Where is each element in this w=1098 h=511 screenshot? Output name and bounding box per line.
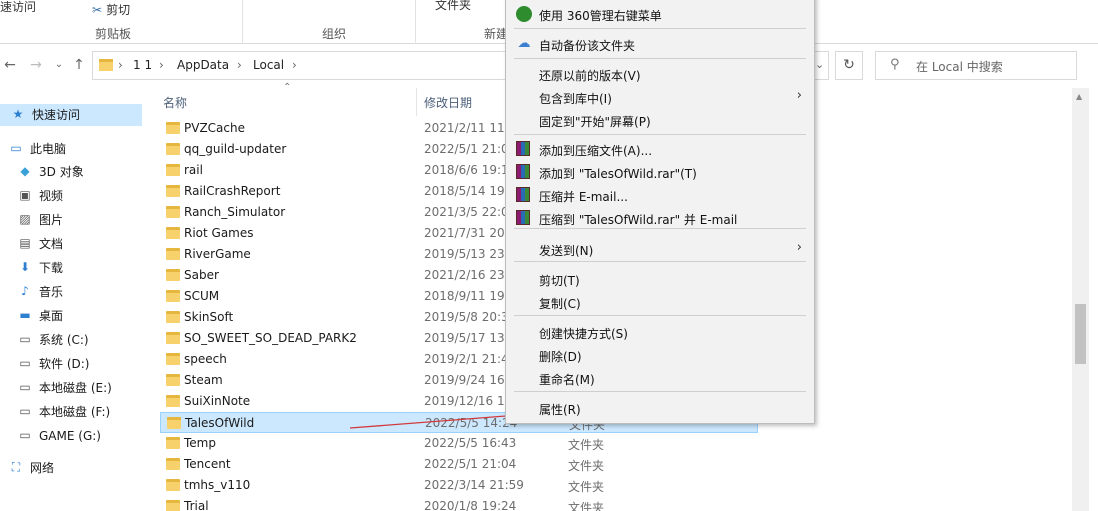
winrar-icon (516, 210, 530, 225)
context-menu-item-label: 属性(R) (539, 403, 581, 417)
context-menu-item[interactable]: 剪切(T) (514, 268, 806, 290)
winrar-icon (516, 141, 530, 156)
context-menu-item[interactable]: 使用 360管理右键菜单 (514, 3, 806, 25)
winrar-icon (516, 164, 530, 179)
context-menu-item[interactable]: 压缩并 E-mail... (514, 184, 806, 206)
context-menu-item-label: 包含到库中(I) (539, 92, 612, 106)
context-menu-item-label: 固定到"开始"屏幕(P) (539, 115, 651, 129)
winrar-icon (516, 187, 530, 202)
context-menu-item-label: 剪切(T) (539, 274, 580, 288)
menu-separator (514, 58, 806, 59)
context-menu-item[interactable]: 固定到"开始"屏幕(P) (514, 109, 806, 131)
context-menu-item-label: 复制(C) (539, 297, 581, 311)
menu-separator (514, 391, 806, 392)
context-menu-item[interactable]: 创建快捷方式(S) (514, 321, 806, 343)
context-menu-item-label: 添加到 "TalesOfWild.rar"(T) (539, 167, 697, 181)
context-menu-item[interactable]: 添加到压缩文件(A)... (514, 138, 806, 160)
context-menu-item-label: 使用 360管理右键菜单 (539, 9, 662, 23)
context-menu: 使用 360管理右键菜单 ☁ 自动备份该文件夹 还原以前的版本(V) 包含到库中(I) ›… (505, 0, 815, 424)
context-menu-item-label: 创建快捷方式(S) (539, 327, 628, 341)
context-menu-item-label: 自动备份该文件夹 (539, 39, 636, 53)
menu-separator (514, 28, 806, 29)
context-menu-item-label: 压缩并 E-mail... (539, 190, 628, 204)
menu-separator (514, 228, 806, 229)
context-menu-item-label: 还原以前的版本(V) (539, 69, 641, 83)
context-menu-item-label: 重命名(M) (539, 373, 595, 387)
cloud-backup-icon: ☁ (517, 36, 531, 51)
context-menu-item-label: 添加到压缩文件(A)... (539, 144, 653, 158)
submenu-chevron-icon: › (796, 240, 802, 255)
context-menu-item[interactable]: 属性(R) (514, 397, 806, 419)
context-menu-item-label: 压缩到 "TalesOfWild.rar" 并 E-mail (539, 213, 738, 227)
context-menu-item[interactable]: 还原以前的版本(V) (514, 63, 806, 85)
context-menu-item[interactable]: ☁ 自动备份该文件夹 (514, 33, 806, 55)
submenu-chevron-icon: › (796, 88, 802, 103)
context-menu-item[interactable]: 添加到 "TalesOfWild.rar"(T) (514, 161, 806, 183)
context-menu-item[interactable]: 发送到(N) › (514, 238, 806, 260)
context-menu-item[interactable]: 复制(C) (514, 291, 806, 313)
context-menu-item[interactable]: 压缩到 "TalesOfWild.rar" 并 E-mail (514, 207, 806, 229)
menu-separator (514, 134, 806, 135)
360-icon (516, 6, 532, 22)
menu-separator (514, 261, 806, 262)
context-menu-item[interactable]: 删除(D) (514, 344, 806, 366)
context-menu-item-label: 删除(D) (539, 350, 582, 364)
context-menu-item-label: 发送到(N) (539, 244, 594, 258)
menu-separator (514, 315, 806, 316)
context-menu-item[interactable]: 包含到库中(I) › (514, 86, 806, 108)
context-menu-item[interactable]: 重命名(M) (514, 367, 806, 389)
